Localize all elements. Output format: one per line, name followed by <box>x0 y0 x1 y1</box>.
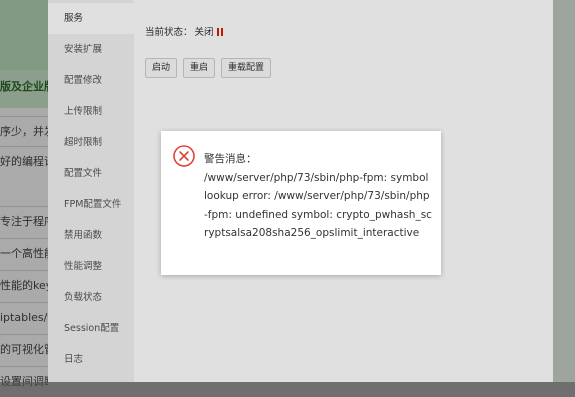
alert-message: /www/server/php/73/sbin/php-fpm: symbol … <box>204 171 432 240</box>
alert-title: 警告消息： <box>204 153 257 165</box>
error-circle-icon <box>173 145 195 167</box>
alert-content: 警告消息： /www/server/php/73/sbin/php-fpm: s… <box>204 150 432 243</box>
error-alert: 警告消息： /www/server/php/73/sbin/php-fpm: s… <box>161 131 441 275</box>
